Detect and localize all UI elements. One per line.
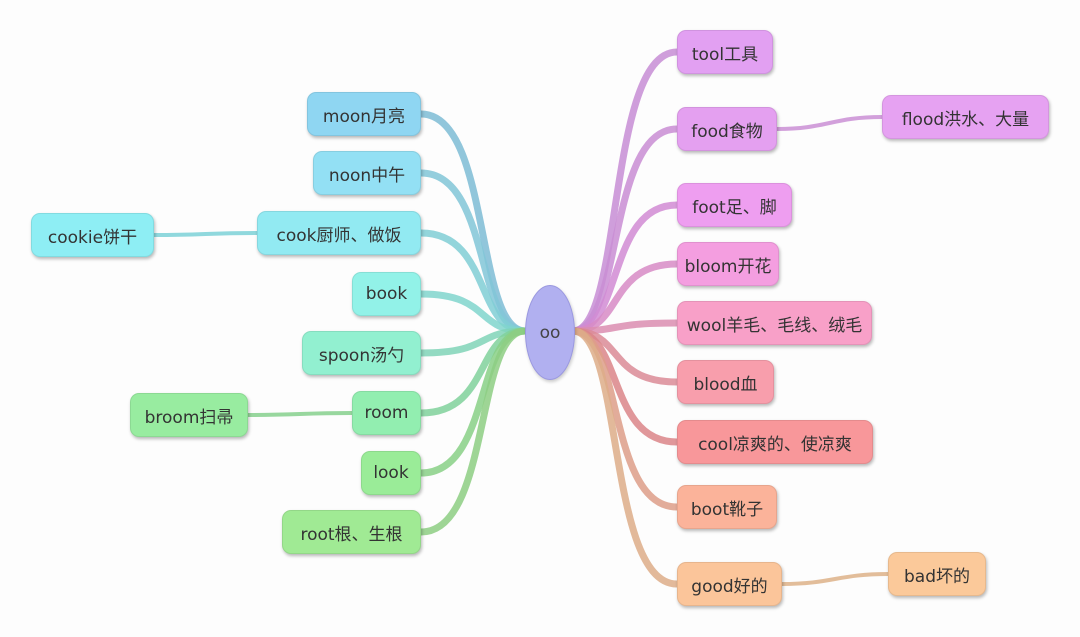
node-left-child-5[interactable]: broom扫帚: [130, 393, 248, 437]
node-left-2[interactable]: cook厨师、做饭: [257, 211, 421, 255]
link-left-child-5: [246, 411, 354, 417]
node-right-3[interactable]: bloom开花: [677, 242, 779, 286]
link-left-child-2: [152, 231, 259, 237]
node-left-5[interactable]: room: [352, 391, 421, 435]
node-right-2[interactable]: foot足、脚: [677, 183, 792, 227]
node-left-6[interactable]: look: [361, 451, 421, 495]
node-left-child-2[interactable]: cookie饼干: [31, 213, 154, 257]
node-right-1[interactable]: food食物: [677, 107, 777, 151]
link-right-child-1: [775, 115, 884, 131]
node-right-5[interactable]: blood血: [677, 360, 774, 404]
node-right-8[interactable]: good好的: [677, 562, 782, 606]
node-right-child-8[interactable]: bad坏的: [888, 552, 986, 596]
node-left-4[interactable]: spoon汤勺: [302, 331, 421, 375]
node-left-0[interactable]: moon月亮: [307, 92, 421, 136]
node-left-7[interactable]: root根、生根: [282, 510, 421, 554]
central-node[interactable]: oo: [525, 285, 575, 380]
link-right-child-8: [780, 572, 890, 586]
node-right-4[interactable]: wool羊毛、毛线、绒毛: [677, 301, 872, 345]
node-left-3[interactable]: book: [352, 272, 421, 316]
node-right-7[interactable]: boot靴子: [677, 485, 777, 529]
node-right-child-1[interactable]: flood洪水、大量: [882, 95, 1049, 139]
node-right-0[interactable]: tool工具: [677, 30, 773, 74]
node-right-6[interactable]: cool凉爽的、使凉爽: [677, 420, 873, 464]
node-left-1[interactable]: noon中午: [313, 151, 421, 195]
